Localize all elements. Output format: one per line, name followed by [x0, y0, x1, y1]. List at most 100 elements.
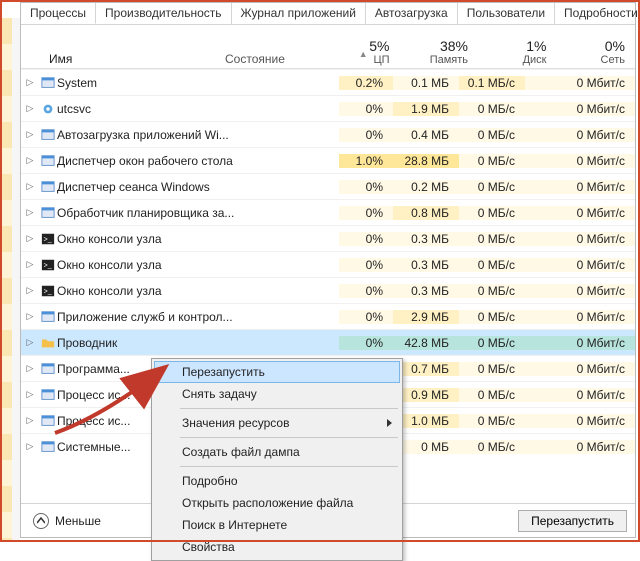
disk-cell: 0 МБ/с	[459, 102, 525, 116]
process-name: Автозагрузка приложений Wi...	[57, 128, 241, 142]
mem-cell: 0.3 МБ	[393, 232, 459, 246]
process-row[interactable]: ▷System0.2%0.1 МБ0.1 МБ/с0 Мбит/с	[21, 69, 635, 95]
process-name: Диспетчер окон рабочего стола	[57, 154, 241, 168]
cpu-cell: 0%	[339, 128, 393, 142]
process-row[interactable]: ▷Диспетчер окон рабочего стола1.0%28.8 М…	[21, 147, 635, 173]
fewer-details-button[interactable]: Меньше	[29, 511, 105, 531]
tab-2[interactable]: Журнал приложений	[232, 3, 366, 24]
tab-5[interactable]: Подробности	[555, 3, 640, 24]
tab-1[interactable]: Производительность	[96, 3, 231, 24]
disk-cell: 0 МБ/с	[459, 128, 525, 142]
menu-item[interactable]: Снять задачу	[154, 383, 400, 405]
expand-icon[interactable]: ▷	[21, 129, 39, 140]
fewer-label: Меньше	[55, 514, 101, 528]
mem-cell: 0.1 МБ	[393, 76, 459, 90]
process-row[interactable]: ▷>_Окно консоли узла0%0.3 МБ0 МБ/с0 Мбит…	[21, 225, 635, 251]
disk-cell: 0 МБ/с	[459, 154, 525, 168]
net-cell: 0 Мбит/с	[525, 154, 635, 168]
restart-button[interactable]: Перезапустить	[518, 510, 627, 532]
col-mem: 38%Память	[400, 25, 479, 68]
expand-icon[interactable]: ▷	[21, 441, 39, 452]
process-icon	[39, 76, 57, 90]
expand-icon[interactable]: ▷	[21, 389, 39, 400]
expand-icon[interactable]: ▷	[21, 77, 39, 88]
process-row[interactable]: ▷Приложение служб и контрол...0%2.9 МБ0 …	[21, 303, 635, 329]
process-icon	[39, 362, 57, 376]
process-icon	[39, 180, 57, 194]
expand-icon[interactable]: ▷	[21, 285, 39, 296]
tab-0[interactable]: Процессы	[21, 3, 96, 24]
process-icon	[39, 310, 57, 324]
expand-icon[interactable]: ▷	[21, 259, 39, 270]
expand-icon[interactable]: ▷	[21, 181, 39, 192]
column-headers[interactable]: ▲ Имя Состояние 5%ЦП 38%Память 1%Диск 0%…	[21, 25, 635, 69]
expand-icon[interactable]: ▷	[21, 103, 39, 114]
cpu-cell: 0%	[339, 180, 393, 194]
disk-cell: 0 МБ/с	[459, 284, 525, 298]
cpu-cell: 0%	[339, 206, 393, 220]
process-name: Обработчик планировщика за...	[57, 206, 241, 220]
process-row[interactable]: ▷utcsvc0%1.9 МБ0 МБ/с0 Мбит/с	[21, 95, 635, 121]
expand-icon[interactable]: ▷	[21, 233, 39, 244]
process-row[interactable]: ▷Автозагрузка приложений Wi...0%0.4 МБ0 …	[21, 121, 635, 147]
disk-cell: 0.1 МБ/с	[459, 76, 525, 90]
svg-text:>_: >_	[44, 288, 52, 295]
disk-cell: 0 МБ/с	[459, 336, 525, 350]
col-net: 0%Сеть	[557, 25, 636, 68]
tab-4[interactable]: Пользователи	[458, 3, 555, 24]
bg-strip-2	[12, 18, 20, 542]
menu-separator	[180, 408, 398, 409]
expand-icon[interactable]: ▷	[21, 207, 39, 218]
process-icon	[39, 440, 57, 454]
process-name: Окно консоли узла	[57, 232, 241, 246]
svg-text:>_: >_	[44, 236, 52, 243]
disk-cell: 0 МБ/с	[459, 414, 525, 428]
menu-item[interactable]: Значения ресурсов	[154, 412, 400, 434]
net-cell: 0 Мбит/с	[525, 440, 635, 454]
process-icon	[39, 102, 57, 116]
cpu-cell: 0%	[339, 258, 393, 272]
menu-item[interactable]: Создать файл дампа	[154, 441, 400, 463]
cpu-cell: 0%	[339, 310, 393, 324]
net-cell: 0 Мбит/с	[525, 258, 635, 272]
disk-cell: 0 МБ/с	[459, 232, 525, 246]
net-cell: 0 Мбит/с	[525, 206, 635, 220]
mem-cell: 1.9 МБ	[393, 102, 459, 116]
process-row[interactable]: ▷Диспетчер сеанса Windows0%0.2 МБ0 МБ/с0…	[21, 173, 635, 199]
process-row[interactable]: ▷>_Окно консоли узла0%0.3 МБ0 МБ/с0 Мбит…	[21, 251, 635, 277]
process-name: Проводник	[57, 336, 241, 350]
net-cell: 0 Мбит/с	[525, 362, 635, 376]
process-row[interactable]: ▷Проводник0%42.8 МБ0 МБ/с0 Мбит/с	[21, 329, 635, 355]
cpu-cell: 1.0%	[339, 154, 393, 168]
process-icon	[39, 206, 57, 220]
tabs-bar: ПроцессыПроизводительностьЖурнал приложе…	[21, 3, 635, 25]
disk-cell: 0 МБ/с	[459, 258, 525, 272]
process-name: Диспетчер сеанса Windows	[57, 180, 241, 194]
net-cell: 0 Мбит/с	[525, 310, 635, 324]
expand-icon[interactable]: ▷	[21, 363, 39, 374]
net-cell: 0 Мбит/с	[525, 128, 635, 142]
menu-item[interactable]: Свойства	[154, 536, 400, 558]
expand-icon[interactable]: ▷	[21, 415, 39, 426]
disk-cell: 0 МБ/с	[459, 440, 525, 454]
col-state-label: Состояние	[225, 52, 285, 66]
tab-3[interactable]: Автозагрузка	[366, 3, 458, 24]
expand-icon[interactable]: ▷	[21, 311, 39, 322]
process-row[interactable]: ▷>_Окно консоли узла0%0.3 МБ0 МБ/с0 Мбит…	[21, 277, 635, 303]
bg-strip	[0, 18, 12, 542]
mem-cell: 0.4 МБ	[393, 128, 459, 142]
expand-icon[interactable]: ▷	[21, 337, 39, 348]
cpu-cell: 0%	[339, 284, 393, 298]
process-icon	[39, 154, 57, 168]
net-cell: 0 Мбит/с	[525, 284, 635, 298]
svg-text:>_: >_	[44, 262, 52, 269]
expand-icon[interactable]: ▷	[21, 155, 39, 166]
process-row[interactable]: ▷Обработчик планировщика за...0%0.8 МБ0 …	[21, 199, 635, 225]
menu-item[interactable]: Поиск в Интернете	[154, 514, 400, 536]
process-name: Окно консоли узла	[57, 284, 241, 298]
menu-item[interactable]: Подробно	[154, 470, 400, 492]
menu-item[interactable]: Открыть расположение файла	[154, 492, 400, 514]
cpu-cell: 0%	[339, 232, 393, 246]
menu-item[interactable]: Перезапустить	[154, 361, 400, 383]
process-icon: >_	[39, 232, 57, 246]
